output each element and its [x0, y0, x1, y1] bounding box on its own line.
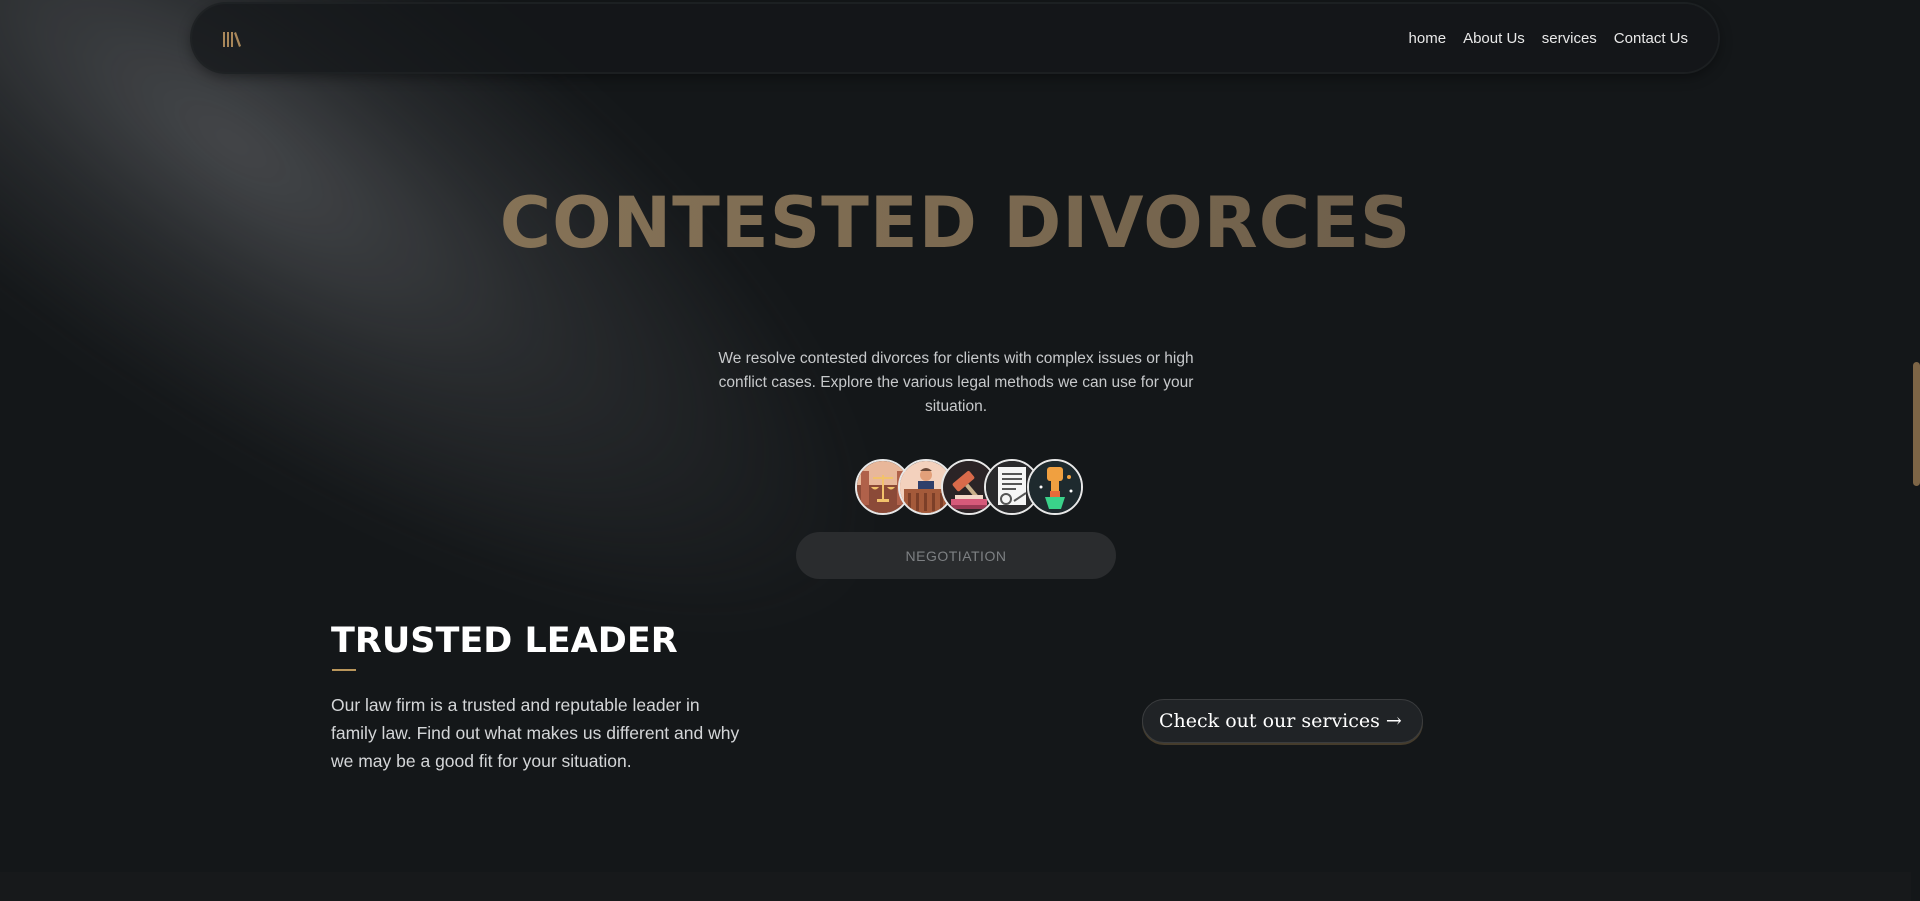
next-section-edge [0, 872, 1920, 901]
title-underline [332, 669, 356, 671]
section-title: TRUSTED LEADER [331, 621, 678, 661]
hero-description: We resolve contested divorces for client… [718, 350, 1194, 415]
page: home About Us services Contact Us CONTES… [0, 0, 1920, 901]
scrollbar-thumb[interactable] [1913, 362, 1920, 486]
nav-contact-us[interactable]: Contact Us [1614, 30, 1688, 47]
section-description: Our law firm is a trusted and reputable … [331, 695, 740, 771]
nav-links: home About Us services Contact Us [1409, 4, 1688, 72]
nav-services[interactable]: services [1542, 30, 1597, 47]
library-icon[interactable] [222, 30, 242, 48]
hero-title: CONTESTED DIVORCES [0, 180, 1911, 266]
nav-about-us[interactable]: About Us [1463, 30, 1525, 47]
check-services-button[interactable]: Check out our services → [1142, 699, 1423, 743]
navbar: home About Us services Contact Us [192, 4, 1718, 72]
raised-fist-icon[interactable] [1027, 459, 1083, 515]
selected-method-label[interactable]: NEGOTIATION [796, 532, 1116, 579]
nav-home[interactable]: home [1409, 30, 1447, 47]
method-icon-row [855, 459, 1083, 515]
scrollbar[interactable] [1911, 0, 1920, 901]
